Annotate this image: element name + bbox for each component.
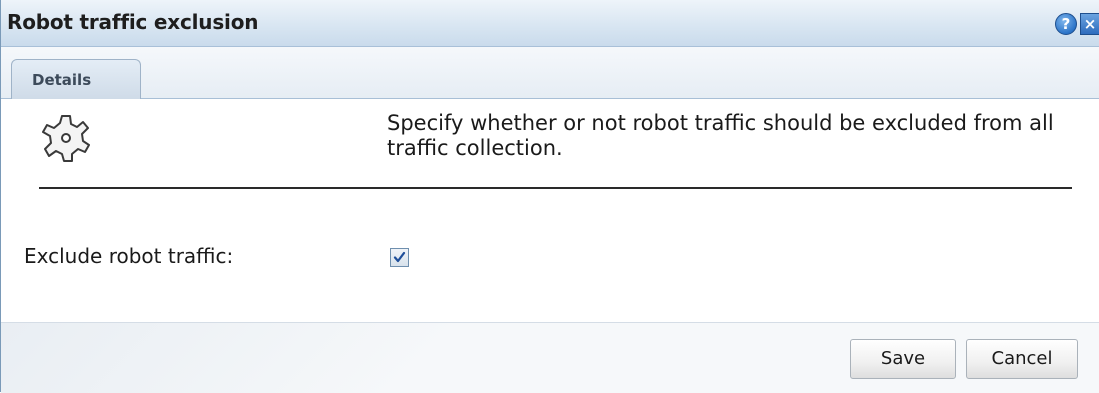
dialog-footer: Save Cancel <box>1 322 1099 393</box>
details-panel: Specify whether or not robot traffic sho… <box>1 99 1099 322</box>
close-icon[interactable]: × <box>1080 13 1099 35</box>
exclude-robot-traffic-label: Exclude robot traffic: <box>24 244 234 268</box>
section-divider <box>39 187 1072 189</box>
help-icon[interactable]: ? <box>1055 13 1077 35</box>
tab-details[interactable]: Details <box>11 59 141 99</box>
tab-details-label: Details <box>32 71 92 89</box>
dialog-titlebar: Robot traffic exclusion ? × <box>1 0 1099 47</box>
description-text: Specify whether or not robot traffic sho… <box>387 111 1054 160</box>
exclude-robot-traffic-checkbox[interactable] <box>390 248 409 267</box>
robot-traffic-dialog: Robot traffic exclusion ? × Details Spec… <box>0 0 1099 393</box>
gear-icon <box>39 111 93 165</box>
dialog-title: Robot traffic exclusion <box>7 10 259 34</box>
tab-strip: Details <box>1 47 1099 99</box>
checkmark-icon <box>393 251 406 263</box>
cancel-button[interactable]: Cancel <box>966 339 1078 379</box>
save-button[interactable]: Save <box>850 339 956 379</box>
